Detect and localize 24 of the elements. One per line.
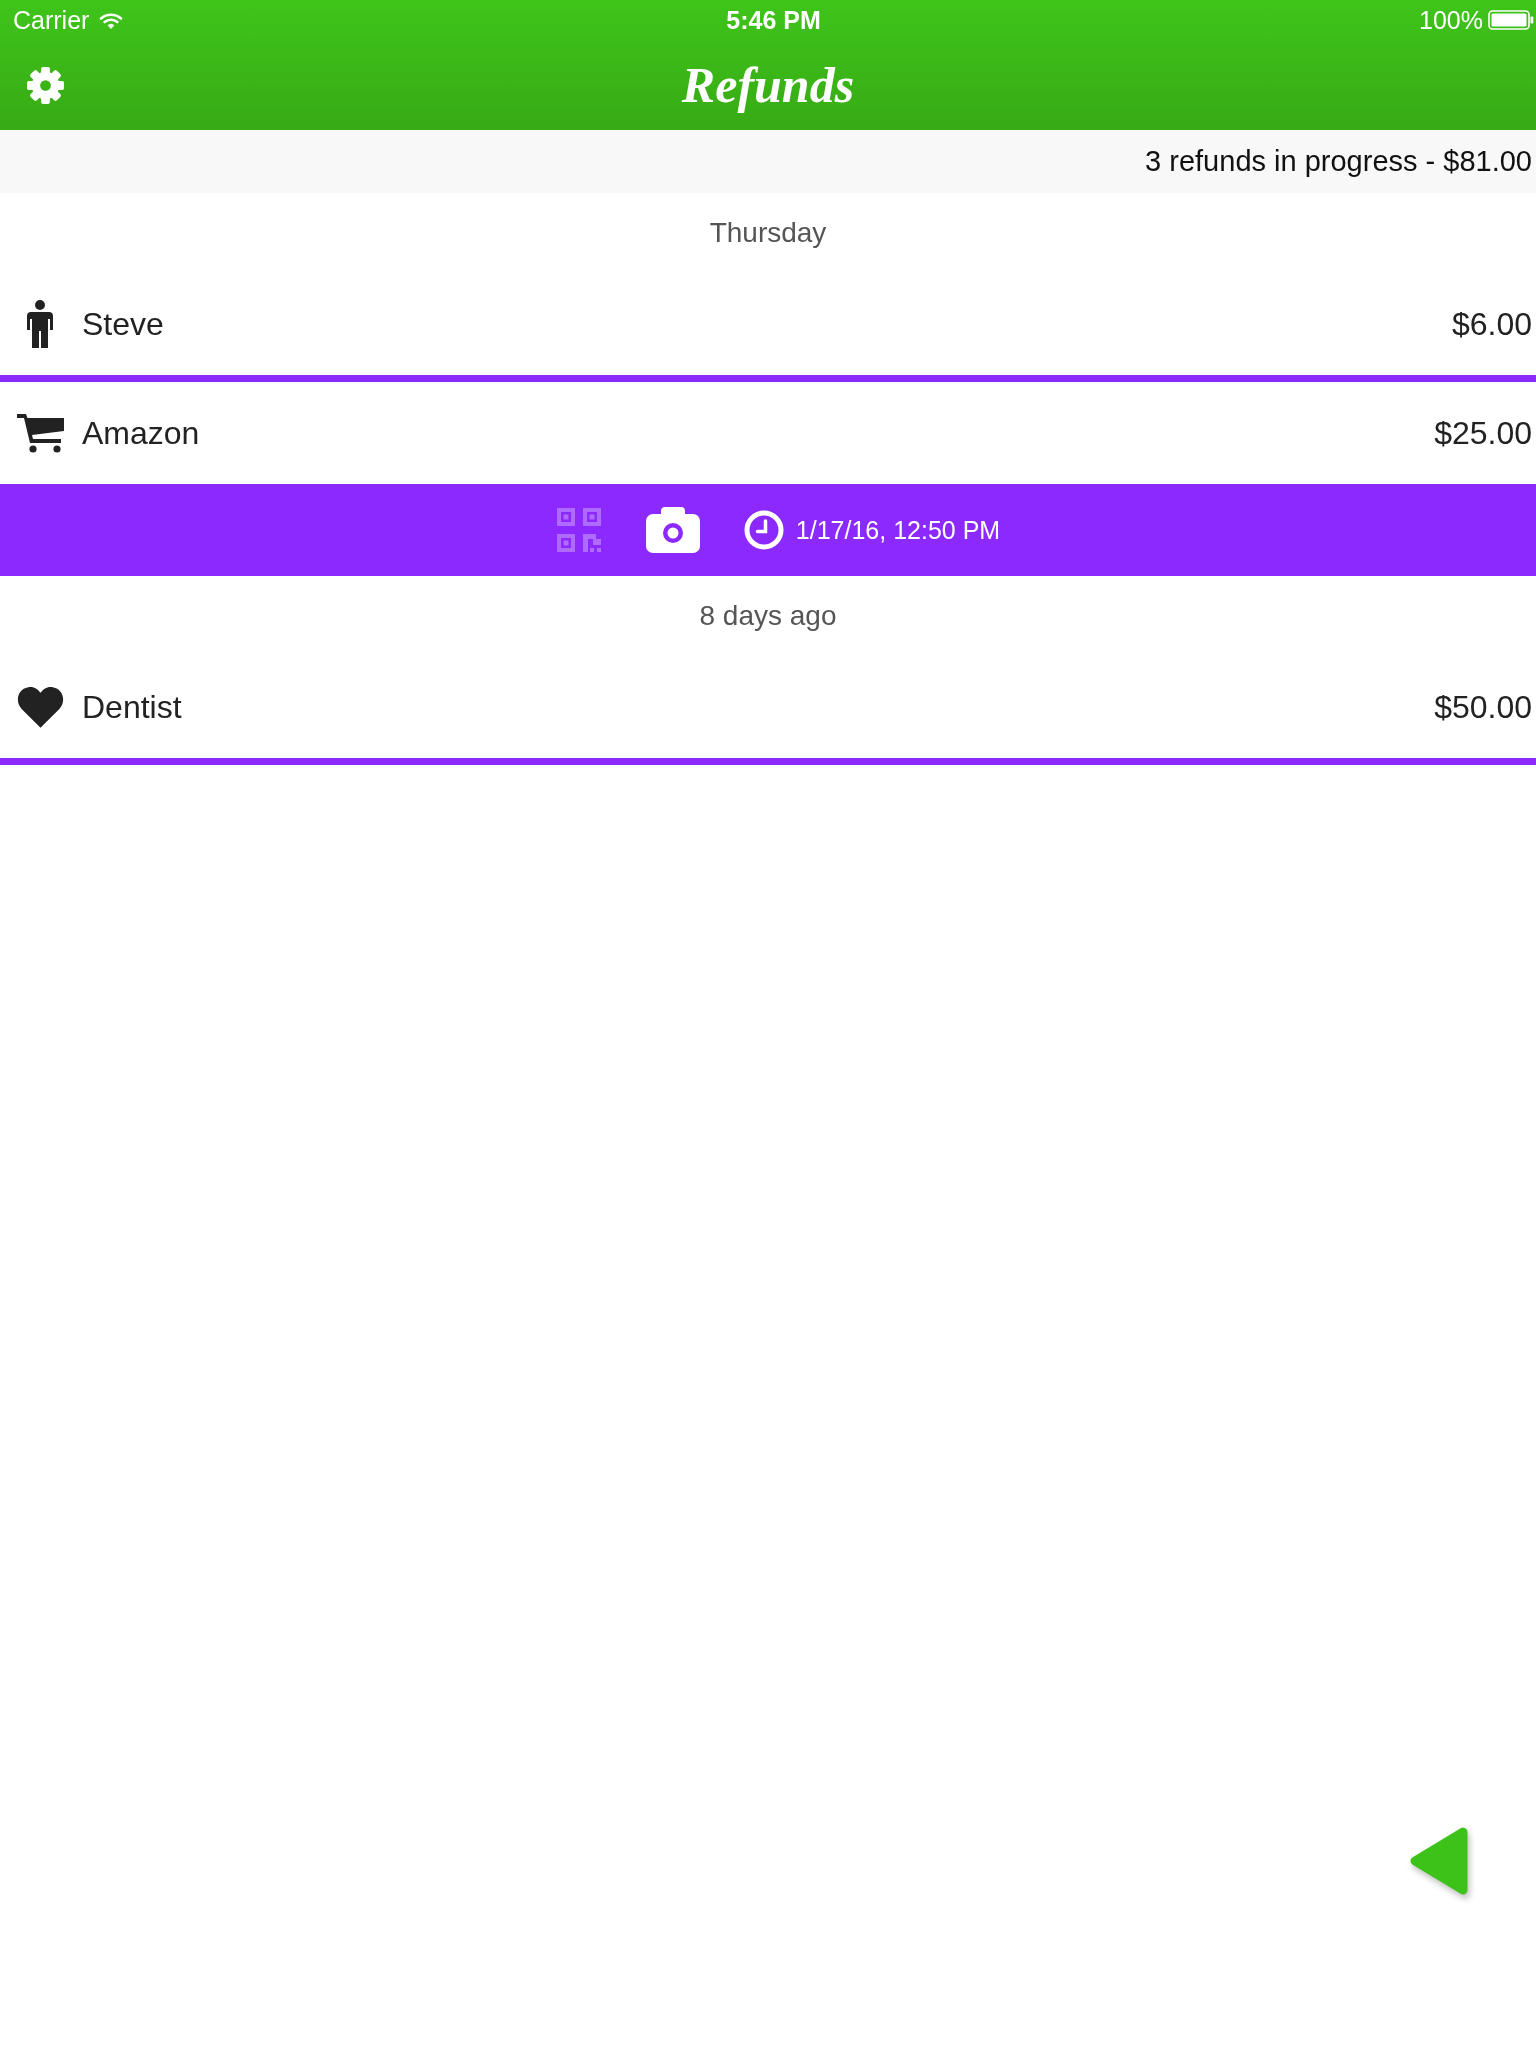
battery-percent: 100% — [1419, 7, 1483, 33]
section-header: 8 days ago — [699, 599, 837, 633]
wifi-icon — [99, 11, 124, 29]
refund-name: Steve — [82, 304, 164, 344]
battery-icon — [1488, 10, 1534, 30]
heart-icon — [15, 686, 65, 728]
refund-name: Amazon — [82, 413, 200, 453]
settings-icon[interactable] — [26, 65, 65, 105]
refund-date: 1/17/16, 12:50 PM — [795, 515, 1001, 545]
refund-amount: $6.00 — [1451, 304, 1532, 344]
refund-name: Dentist — [82, 687, 182, 727]
back-button[interactable] — [1408, 1826, 1470, 1896]
person-icon — [27, 300, 53, 348]
cart-icon — [16, 413, 64, 453]
section-header: Thursday — [709, 216, 827, 250]
refund-amount: $50.00 — [1434, 687, 1532, 727]
carrier-name: Carrier — [13, 7, 90, 33]
status-time: 5:46 PM — [726, 7, 821, 33]
screen-title: Refunds — [681, 57, 855, 113]
clock-icon — [743, 510, 784, 550]
summary-text: 3 refunds in progress - $81.00 — [1145, 144, 1532, 179]
camera-icon[interactable] — [645, 507, 700, 553]
qr-code-icon[interactable] — [555, 507, 602, 553]
refund-amount: $25.00 — [1434, 413, 1532, 453]
